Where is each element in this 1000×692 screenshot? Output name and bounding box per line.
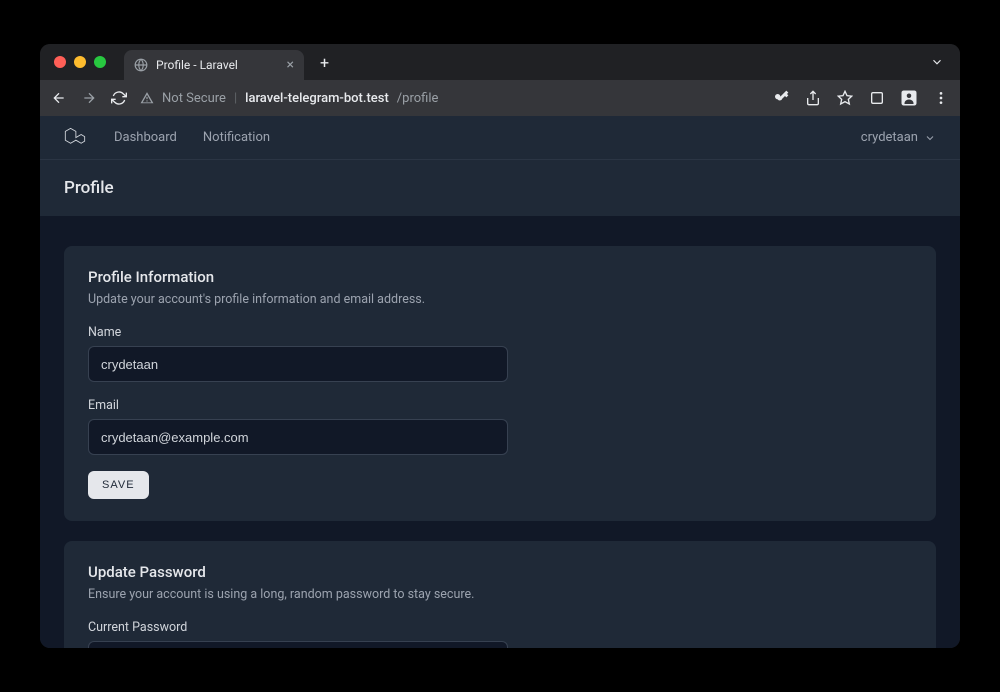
card-title: Update Password xyxy=(88,563,912,581)
url-bar[interactable]: Not Secure | laravel-telegram-bot.test/p… xyxy=(140,91,760,106)
chevron-down-icon[interactable] xyxy=(930,55,944,69)
chevron-down-icon xyxy=(924,132,936,144)
browser-toolbar: Not Secure | laravel-telegram-bot.test/p… xyxy=(40,80,960,116)
window-controls xyxy=(54,56,106,68)
tab-title: Profile - Laravel xyxy=(156,58,279,72)
star-icon[interactable] xyxy=(836,90,854,106)
nav-forward-button[interactable] xyxy=(80,90,98,106)
window-minimize-button[interactable] xyxy=(74,56,86,68)
window-close-button[interactable] xyxy=(54,56,66,68)
browser-window: Profile - Laravel × + Not Secure | larav… xyxy=(40,44,960,648)
extensions-icon[interactable] xyxy=(868,90,886,106)
card-description: Ensure your account is using a long, ran… xyxy=(88,587,912,602)
user-menu-label: crydetaan xyxy=(861,130,918,145)
name-input[interactable] xyxy=(88,346,508,382)
key-icon[interactable] xyxy=(772,90,790,106)
globe-icon xyxy=(134,58,148,72)
browser-tabbar: Profile - Laravel × + xyxy=(40,44,960,80)
email-input[interactable] xyxy=(88,419,508,455)
nav-back-button[interactable] xyxy=(50,90,68,106)
nav-link-dashboard[interactable]: Dashboard xyxy=(114,130,177,145)
email-label: Email xyxy=(88,398,912,413)
nav-reload-button[interactable] xyxy=(110,90,128,106)
nav-link-notification[interactable]: Notification xyxy=(203,130,270,145)
name-label: Name xyxy=(88,325,912,340)
user-menu[interactable]: crydetaan xyxy=(861,130,936,145)
current-password-label: Current Password xyxy=(88,620,912,635)
page-body: Profile Information Update your account'… xyxy=(40,216,960,648)
url-separator: | xyxy=(234,91,237,106)
page-header: Profile xyxy=(40,160,960,216)
update-password-card: Update Password Ensure your account is u… xyxy=(64,541,936,648)
toolbar-right xyxy=(772,89,950,107)
window-maximize-button[interactable] xyxy=(94,56,106,68)
profile-icon[interactable] xyxy=(900,89,918,107)
url-path: /profile xyxy=(397,91,439,106)
warning-icon xyxy=(140,91,154,105)
app-viewport: Dashboard Notification crydetaan Profile… xyxy=(40,116,960,648)
page-title: Profile xyxy=(64,178,936,198)
url-host: laravel-telegram-bot.test xyxy=(245,91,389,106)
profile-info-card: Profile Information Update your account'… xyxy=(64,246,936,521)
current-password-input[interactable] xyxy=(88,641,508,648)
card-title: Profile Information xyxy=(88,268,912,286)
tab-close-icon[interactable]: × xyxy=(287,58,294,72)
share-icon[interactable] xyxy=(804,90,822,106)
new-tab-button[interactable]: + xyxy=(314,49,335,76)
security-label: Not Secure xyxy=(162,91,226,106)
menu-icon[interactable] xyxy=(932,90,950,106)
save-button[interactable]: SAVE xyxy=(88,471,149,499)
card-description: Update your account's profile informatio… xyxy=(88,292,912,307)
laravel-logo-icon xyxy=(64,127,86,149)
app-navbar: Dashboard Notification crydetaan xyxy=(40,116,960,160)
browser-tab[interactable]: Profile - Laravel × xyxy=(124,50,304,80)
nav-links: Dashboard Notification xyxy=(114,130,270,145)
